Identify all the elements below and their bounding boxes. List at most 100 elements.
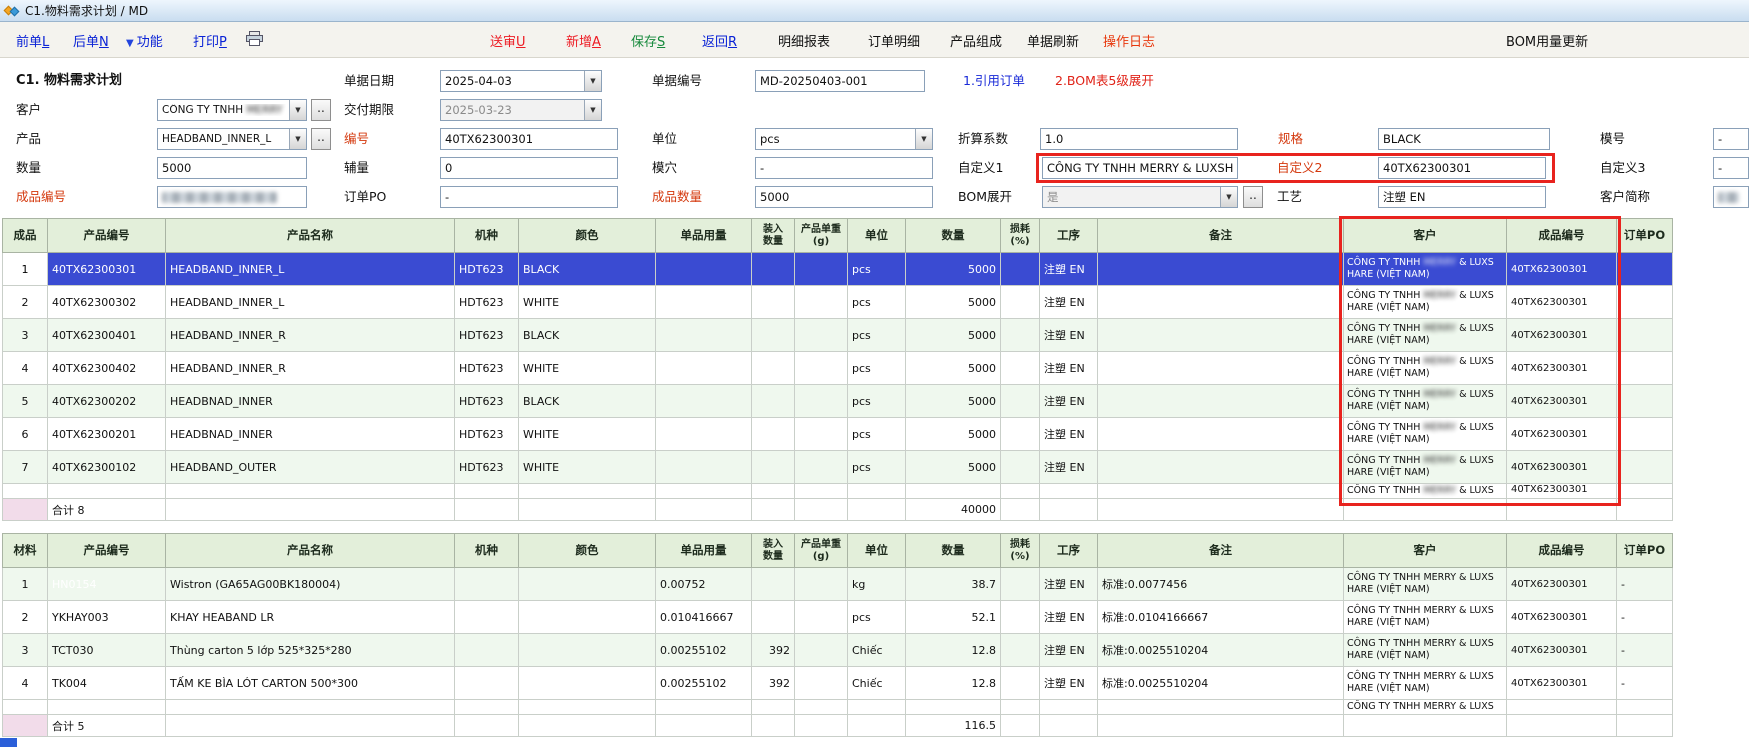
calendar-dropdown-icon[interactable]: ▼: [584, 71, 601, 91]
products-row-1[interactable]: 140TX62300301HEADBAND_INNER_LHDT623BLACK…: [3, 253, 1673, 286]
column-header: 颜色: [519, 534, 656, 568]
products-row-4[interactable]: 440TX62300402HEADBAND_INNER_RHDT623WHITE…: [3, 352, 1673, 385]
products-row-6[interactable]: 640TX62300201HEADBNAD_INNERHDT623WHITEpc…: [3, 418, 1673, 451]
custom1-field[interactable]: CÔNG TY TNHH MERRY & LUXSHA: [1042, 157, 1238, 179]
custom3-value: -: [1718, 161, 1744, 175]
column-header: 客户: [1344, 534, 1507, 568]
next-doc-button[interactable]: 后单N: [73, 31, 109, 50]
order-po-field[interactable]: -: [440, 186, 618, 208]
materials-row-4[interactable]: 4TK004TẤM KE BÌA LÓT CARTON 500*3000.002…: [3, 667, 1673, 700]
spec-field[interactable]: BLACK: [1378, 128, 1550, 150]
order-po-value: -: [445, 190, 613, 204]
redacted-text: MERRY: [247, 104, 283, 116]
products-clipped-row[interactable]: CÔNG TY TNHH MERRY & LUXS40TX62300301: [3, 484, 1673, 499]
deadline-field[interactable]: 2025-03-23 ▼: [440, 99, 602, 121]
redacted-text: MERRY: [1423, 485, 1456, 496]
back-button[interactable]: 返回R: [702, 31, 737, 50]
detail-report-button[interactable]: 明细报表: [778, 31, 830, 50]
chevron-down-icon[interactable]: ▼: [289, 129, 306, 149]
label-order-po: 订单PO: [344, 186, 386, 208]
order-detail-button[interactable]: 订单明细: [868, 31, 920, 50]
materials-clipped-row[interactable]: CÔNG TY TNHH MERRY & LUXS: [3, 700, 1673, 715]
chevron-down-icon[interactable]: ▼: [1220, 187, 1237, 207]
factor-field[interactable]: 1.0: [1040, 128, 1238, 150]
bom-expand-select[interactable]: 是 ▼: [1042, 186, 1238, 208]
label-custom3: 自定义3: [1600, 157, 1645, 179]
label-aux-qty: 辅量: [344, 157, 369, 179]
materials-total-row: 合计 5116.5: [3, 715, 1673, 737]
label-custom2: 自定义2: [1277, 157, 1322, 179]
mold-no-field[interactable]: -: [1713, 128, 1749, 150]
calendar-dropdown-icon[interactable]: ▼: [584, 100, 601, 120]
factor-value: 1.0: [1045, 132, 1233, 146]
fg-qty-value: 5000: [760, 190, 928, 204]
mold-no-value: -: [1718, 132, 1744, 146]
redacted-text: MERRY: [1423, 290, 1456, 301]
unit-select[interactable]: pcs ▼: [755, 128, 933, 150]
products-row-5[interactable]: 540TX62300202HEADBNAD_INNERHDT623BLACKpc…: [3, 385, 1673, 418]
chevron-down-icon[interactable]: ▼: [915, 129, 932, 149]
doc-date-field[interactable]: 2025-04-03 ▼: [440, 70, 602, 92]
link-ref-order[interactable]: 1.引用订单: [963, 70, 1025, 92]
column-header: 单品用量: [656, 534, 752, 568]
redacted-text: MERRY: [1423, 356, 1456, 367]
custom3-field[interactable]: -: [1713, 157, 1749, 179]
column-header: 订单PO: [1617, 219, 1673, 253]
custom1-value: CÔNG TY TNHH MERRY & LUXSHA: [1047, 161, 1233, 175]
prev-doc-button[interactable]: 前单L: [16, 31, 49, 50]
products-row-2[interactable]: 240TX62300302HEADBAND_INNER_LHDT623WHITE…: [3, 286, 1673, 319]
cavity-field[interactable]: -: [755, 157, 933, 179]
column-header: 订单PO: [1617, 534, 1673, 568]
save-button[interactable]: 保存S: [631, 31, 665, 50]
aux-qty-field[interactable]: 0: [440, 157, 618, 179]
custom2-field[interactable]: 40TX62300301: [1378, 157, 1546, 179]
label-product: 产品: [16, 128, 41, 150]
craft-field[interactable]: 注塑 EN: [1378, 186, 1546, 208]
bom-usage-update-button[interactable]: BOM用量更新: [1506, 31, 1588, 50]
chevron-down-icon[interactable]: ▼: [289, 100, 306, 120]
column-header: 产品编号: [48, 534, 166, 568]
customer-lookup-button[interactable]: ..: [311, 99, 331, 121]
column-header: 颜色: [519, 219, 656, 253]
aux-qty-value: 0: [445, 161, 613, 175]
materials-row-1[interactable]: 1HN0154Wistron (GA65AG00BK180004)0.00752…: [3, 568, 1673, 601]
qty-field[interactable]: 5000: [157, 157, 307, 179]
doc-refresh-button[interactable]: 单据刷新: [1027, 31, 1079, 50]
print-button[interactable]: 打印P: [193, 31, 227, 50]
bom-expand-lookup-button[interactable]: ..: [1243, 186, 1263, 208]
code-field[interactable]: 40TX62300301: [440, 128, 618, 150]
materials-row-3[interactable]: 3TCT030Thùng carton 5 lớp 525*325*2800.0…: [3, 634, 1673, 667]
link-bom-expand-5[interactable]: 2.BOM表5级展开: [1055, 70, 1154, 92]
customer-select[interactable]: CÔNG TY TNHH MERRY & LUXS ▼: [157, 99, 307, 121]
product-select[interactable]: HEADBAND_INNER_L ▼: [157, 128, 307, 150]
printer-icon-button[interactable]: [246, 31, 263, 50]
redacted-text: MERRY: [1423, 257, 1456, 268]
operation-log-button[interactable]: 操作日志: [1103, 31, 1155, 50]
fg-qty-field[interactable]: 5000: [755, 186, 933, 208]
product-lookup-button[interactable]: ..: [311, 128, 331, 150]
column-header: 成品编号: [1507, 219, 1617, 253]
label-factor: 折算系数: [958, 128, 1008, 150]
column-header: 产品编号: [48, 219, 166, 253]
function-button[interactable]: ▼功能: [126, 31, 163, 50]
doc-no-value: MD-20250403-001: [760, 74, 920, 88]
materials-row-2[interactable]: 2YKHAY003KHAY HEABAND LR0.010416667pcs52…: [3, 601, 1673, 634]
section-title: C1. 物料需求计划: [16, 70, 122, 92]
column-header: 工序: [1040, 219, 1098, 253]
submit-review-button[interactable]: 送审U: [490, 31, 526, 50]
column-header: 材料: [3, 534, 48, 568]
column-header: 机种: [455, 534, 519, 568]
label-craft: 工艺: [1277, 186, 1302, 208]
column-header: 成品编号: [1507, 534, 1617, 568]
customer-short-field[interactable]: [1713, 186, 1749, 208]
fg-code-field[interactable]: [157, 186, 307, 208]
column-header: 单位: [848, 219, 906, 253]
title-bar: C1.物料需求计划 / MD: [0, 0, 1749, 22]
column-header: 单位: [848, 534, 906, 568]
products-row-7[interactable]: 740TX62300102HEADBAND_OUTERHDT623WHITEpc…: [3, 451, 1673, 484]
redacted-text: MERRY: [1423, 422, 1456, 433]
product-composition-button[interactable]: 产品组成: [950, 31, 1002, 50]
products-row-3[interactable]: 340TX62300401HEADBAND_INNER_RHDT623BLACK…: [3, 319, 1673, 352]
add-button[interactable]: 新增A: [566, 31, 601, 50]
doc-no-field[interactable]: MD-20250403-001: [755, 70, 925, 92]
